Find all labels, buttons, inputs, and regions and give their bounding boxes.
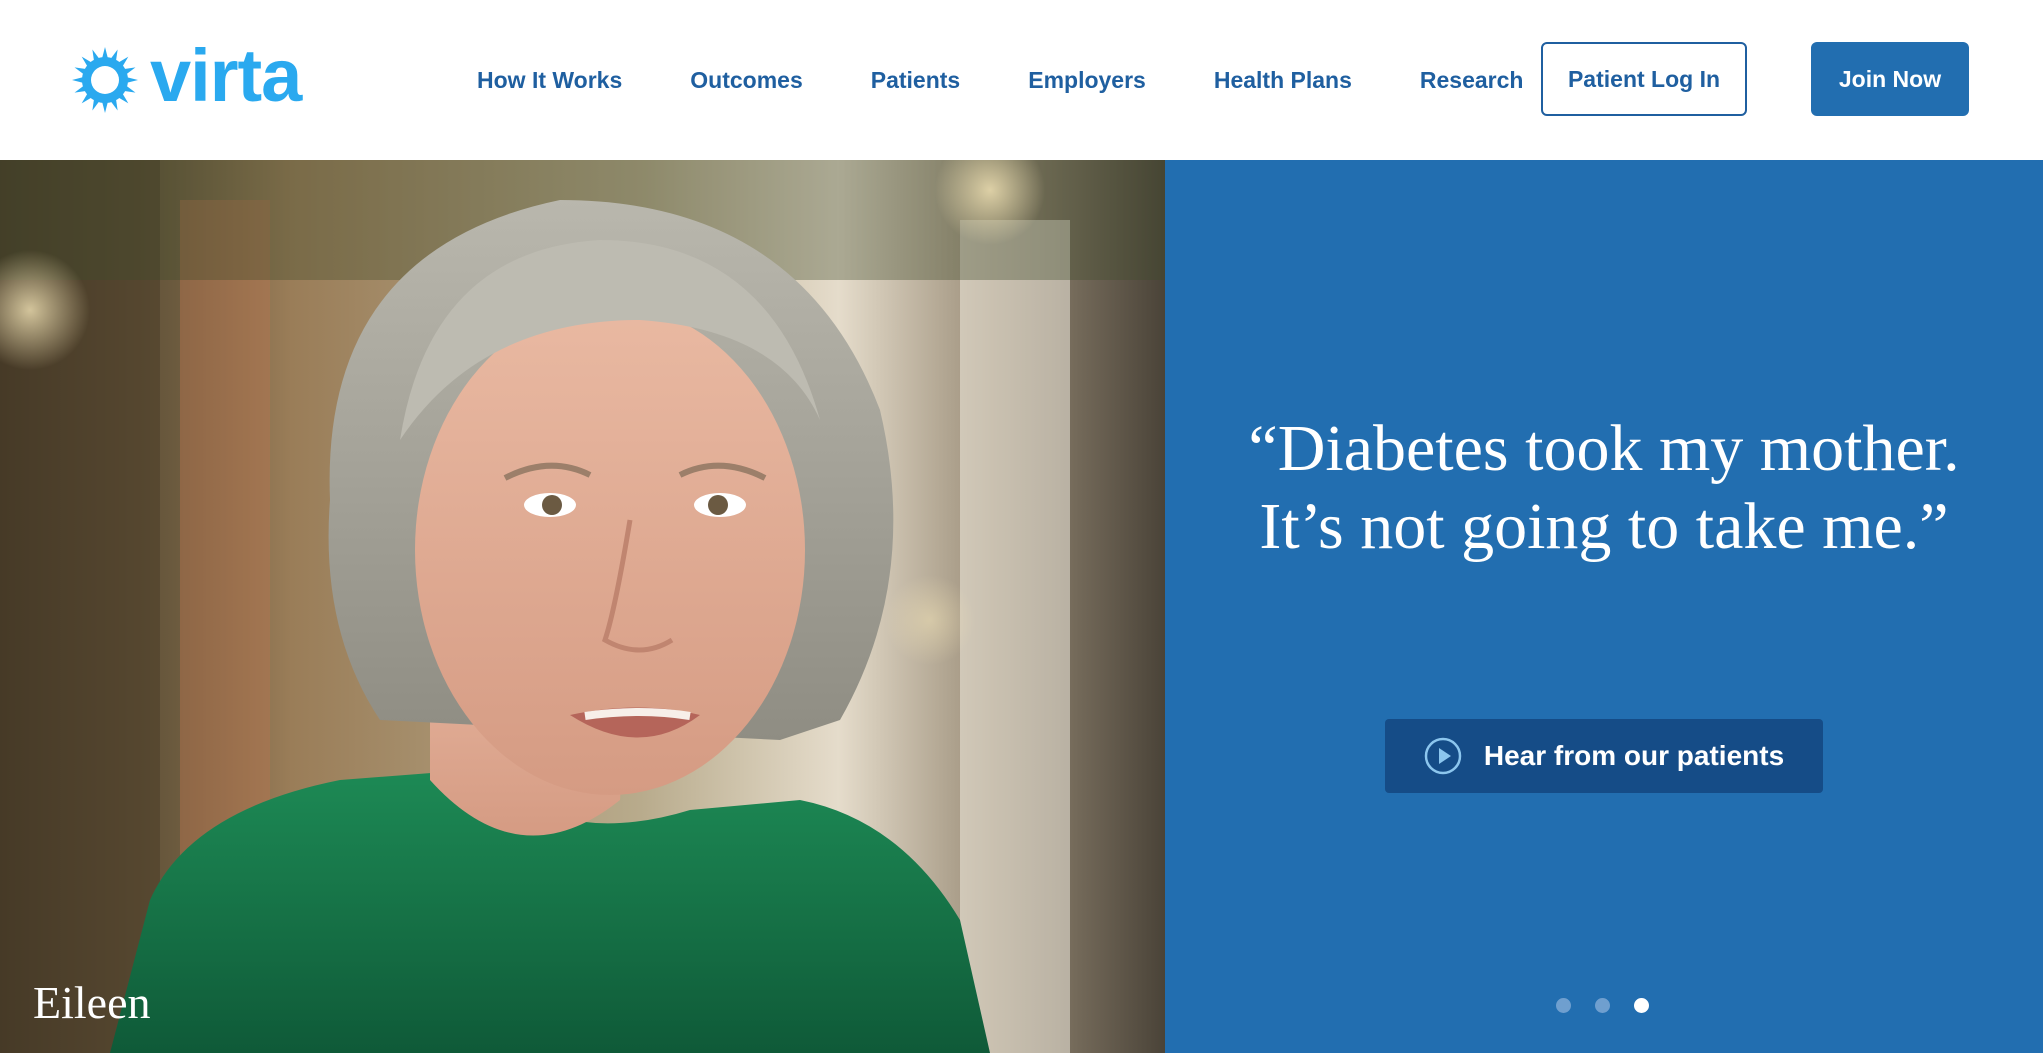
play-circle-icon — [1424, 737, 1462, 775]
logo-link[interactable]: virta — [70, 34, 302, 120]
join-now-button[interactable]: Join Now — [1811, 42, 1969, 116]
hero-portrait-photo: Eileen — [0, 160, 1165, 1053]
patient-login-button[interactable]: Patient Log In — [1541, 42, 1747, 116]
nav-item-health-plans[interactable]: Health Plans — [1214, 67, 1352, 94]
carousel-dot-1[interactable] — [1556, 998, 1571, 1013]
nav-item-outcomes[interactable]: Outcomes — [690, 67, 802, 94]
nav-item-research[interactable]: Research — [1420, 67, 1524, 94]
portrait-illustration — [0, 160, 1165, 1053]
hero-quote: “Diabetes took my mother. It’s not going… — [1248, 412, 1960, 563]
cta-label: Hear from our patients — [1483, 740, 1785, 771]
nav-item-employers[interactable]: Employers — [1028, 67, 1146, 94]
carousel-dot-3[interactable] — [1634, 998, 1649, 1013]
logo-wordmark: virta — [150, 34, 302, 117]
hear-from-patients-button[interactable]: Hear from our patients — [1385, 719, 1823, 793]
carousel-dot-2[interactable] — [1595, 998, 1610, 1013]
nav-item-how-it-works[interactable]: How It Works — [477, 67, 622, 94]
carousel-dots — [1556, 998, 1649, 1013]
patient-name-caption: Eileen — [33, 977, 151, 1028]
sun-ring-icon — [72, 47, 138, 113]
site-header: virta How It Works Outcomes Patients Emp… — [0, 0, 2043, 160]
hero-quote-panel — [1165, 160, 2043, 1053]
main-nav: How It Works Outcomes Patients Employers… — [477, 0, 1523, 160]
nav-item-patients[interactable]: Patients — [871, 67, 960, 94]
